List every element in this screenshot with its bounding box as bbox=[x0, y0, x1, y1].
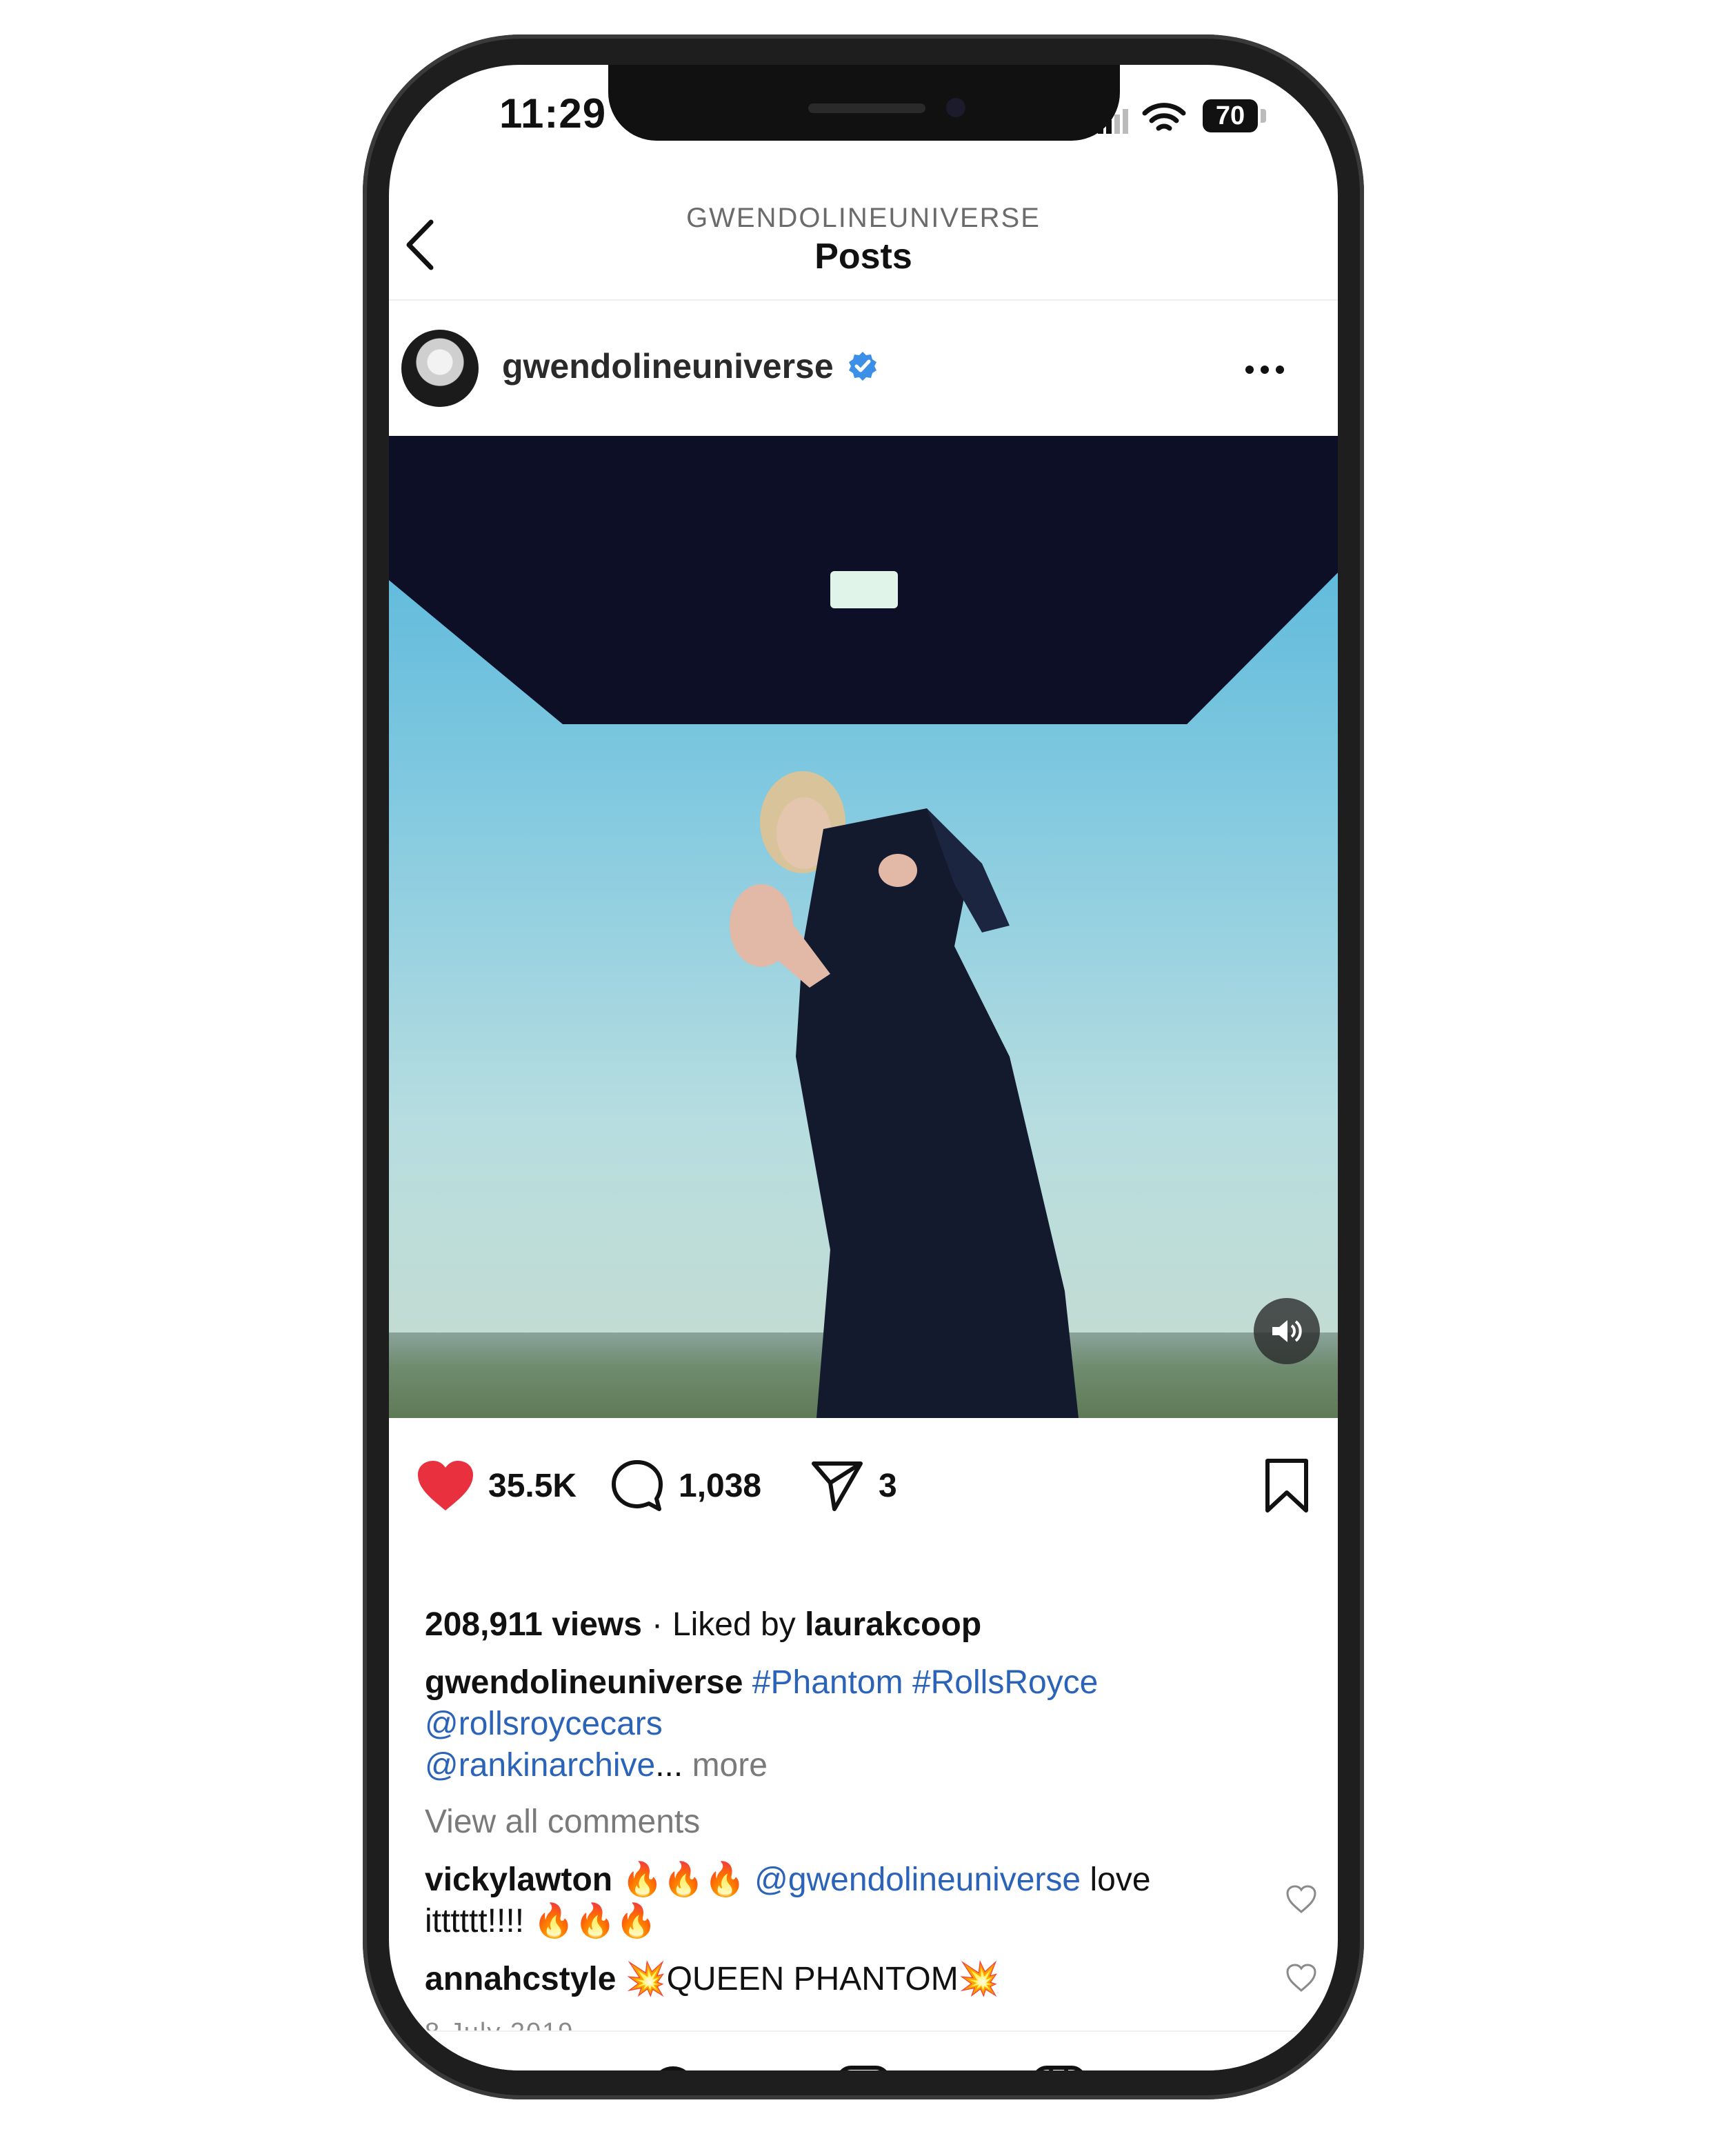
caption-ellipsis: ... bbox=[655, 1747, 683, 1784]
collision-emoji: 💥 bbox=[958, 1961, 1000, 1997]
share-button[interactable]: 3 bbox=[810, 1444, 897, 1527]
post-author-username[interactable]: gwendolineuniverse bbox=[502, 346, 834, 386]
comment-icon bbox=[612, 1460, 663, 1511]
nav-search[interactable] bbox=[644, 2059, 710, 2070]
caption-username[interactable]: gwendolineuniverse bbox=[425, 1664, 743, 1701]
comment-button[interactable]: 1,038 bbox=[610, 1444, 761, 1527]
liked-by-user[interactable]: laurakcoop bbox=[805, 1606, 981, 1643]
verified-badge-icon bbox=[849, 352, 876, 381]
video-figure bbox=[730, 771, 1079, 1418]
post-video[interactable] bbox=[389, 436, 1338, 1418]
send-icon bbox=[812, 1461, 863, 1511]
post-actions: 35.5K 1,038 3 bbox=[389, 1444, 1338, 1527]
battery-tip bbox=[1261, 109, 1266, 123]
reels-icon bbox=[1036, 2066, 1083, 2070]
nav-create[interactable] bbox=[830, 2059, 896, 2070]
speaker-icon bbox=[1272, 1320, 1302, 1342]
comment-count: 1,038 bbox=[679, 1467, 762, 1504]
app-screen: 11:29 70 GWENDOLINEUNIVERSE Posts gwendo… bbox=[389, 65, 1338, 2070]
like-button[interactable]: 35.5K bbox=[417, 1444, 577, 1527]
speaker-grille bbox=[808, 103, 925, 113]
home-icon bbox=[477, 2066, 491, 2070]
like-count: 35.5K bbox=[488, 1467, 577, 1504]
views-and-likes: 208,911 views · Liked by laurakcoop bbox=[425, 1606, 981, 1644]
caption-more-link[interactable]: more bbox=[692, 1747, 768, 1784]
view-count: 208,911 views bbox=[425, 1606, 642, 1643]
notch bbox=[608, 65, 1120, 141]
bottom-navigation bbox=[389, 2030, 1338, 2070]
more-options-button[interactable] bbox=[1244, 352, 1285, 375]
comment-text: itttttt!!!! bbox=[425, 1903, 525, 1939]
create-icon bbox=[840, 2066, 887, 2070]
liked-by-label: Liked by bbox=[672, 1606, 796, 1643]
mention-link[interactable]: @gwendolineuniverse bbox=[754, 1861, 1081, 1898]
save-button[interactable] bbox=[1263, 1444, 1310, 1527]
comment-item: vickylawton 🔥🔥🔥 @gwendolineuniverse love… bbox=[425, 1859, 1252, 1942]
comment-username[interactable]: vickylawton bbox=[425, 1861, 612, 1898]
page-title: Posts bbox=[814, 237, 912, 277]
cellular-signal-icon bbox=[1098, 109, 1128, 134]
battery-indicator: 70 bbox=[1203, 99, 1258, 132]
hashtag-link[interactable]: #Phantom bbox=[752, 1664, 903, 1701]
comment-like-heart-icon[interactable] bbox=[1285, 1884, 1317, 1913]
bookmark-icon bbox=[1265, 1459, 1308, 1513]
comment-text: love bbox=[1090, 1861, 1151, 1898]
comment-item: annahcstyle 💥QUEEN PHANTOM💥 bbox=[425, 1959, 1252, 2000]
fire-emoji: 🔥🔥🔥 bbox=[533, 1903, 657, 1939]
nav-profile-avatar[interactable] bbox=[1234, 2064, 1292, 2070]
video-roof-light bbox=[830, 571, 898, 608]
mention-link[interactable]: @rollsroycecars bbox=[425, 1706, 663, 1742]
post-author-avatar[interactable] bbox=[401, 330, 479, 407]
fire-emoji: 🔥🔥🔥 bbox=[621, 1861, 745, 1898]
comment-username[interactable]: annahcstyle bbox=[425, 1961, 616, 1997]
search-icon bbox=[660, 2066, 686, 2070]
nav-home[interactable] bbox=[451, 2059, 517, 2070]
view-all-comments-link[interactable]: View all comments bbox=[425, 1803, 700, 1841]
sound-toggle-button[interactable] bbox=[1254, 1298, 1320, 1364]
share-count: 3 bbox=[879, 1467, 897, 1504]
mention-link[interactable]: @rankinarchive bbox=[425, 1747, 655, 1784]
header-divider bbox=[389, 299, 1338, 301]
wifi-icon bbox=[1142, 103, 1186, 131]
hashtag-link[interactable]: #RollsRoyce bbox=[912, 1664, 1098, 1701]
more-horizontal-icon bbox=[1245, 366, 1284, 374]
comment-like-heart-icon[interactable] bbox=[1285, 1963, 1317, 1992]
separator-dot: · bbox=[651, 1606, 663, 1643]
nav-reels[interactable] bbox=[1026, 2059, 1092, 2070]
heart-filled-icon bbox=[418, 1461, 473, 1510]
profile-subtitle: GWENDOLINEUNIVERSE bbox=[686, 203, 1041, 233]
post-caption: gwendolineuniverse #Phantom #RollsRoyce … bbox=[425, 1662, 1294, 1786]
status-time: 11:29 bbox=[499, 90, 607, 137]
collision-emoji: 💥 bbox=[625, 1961, 667, 1997]
front-camera bbox=[946, 98, 965, 117]
comment-text: QUEEN PHANTOM bbox=[666, 1961, 959, 1997]
